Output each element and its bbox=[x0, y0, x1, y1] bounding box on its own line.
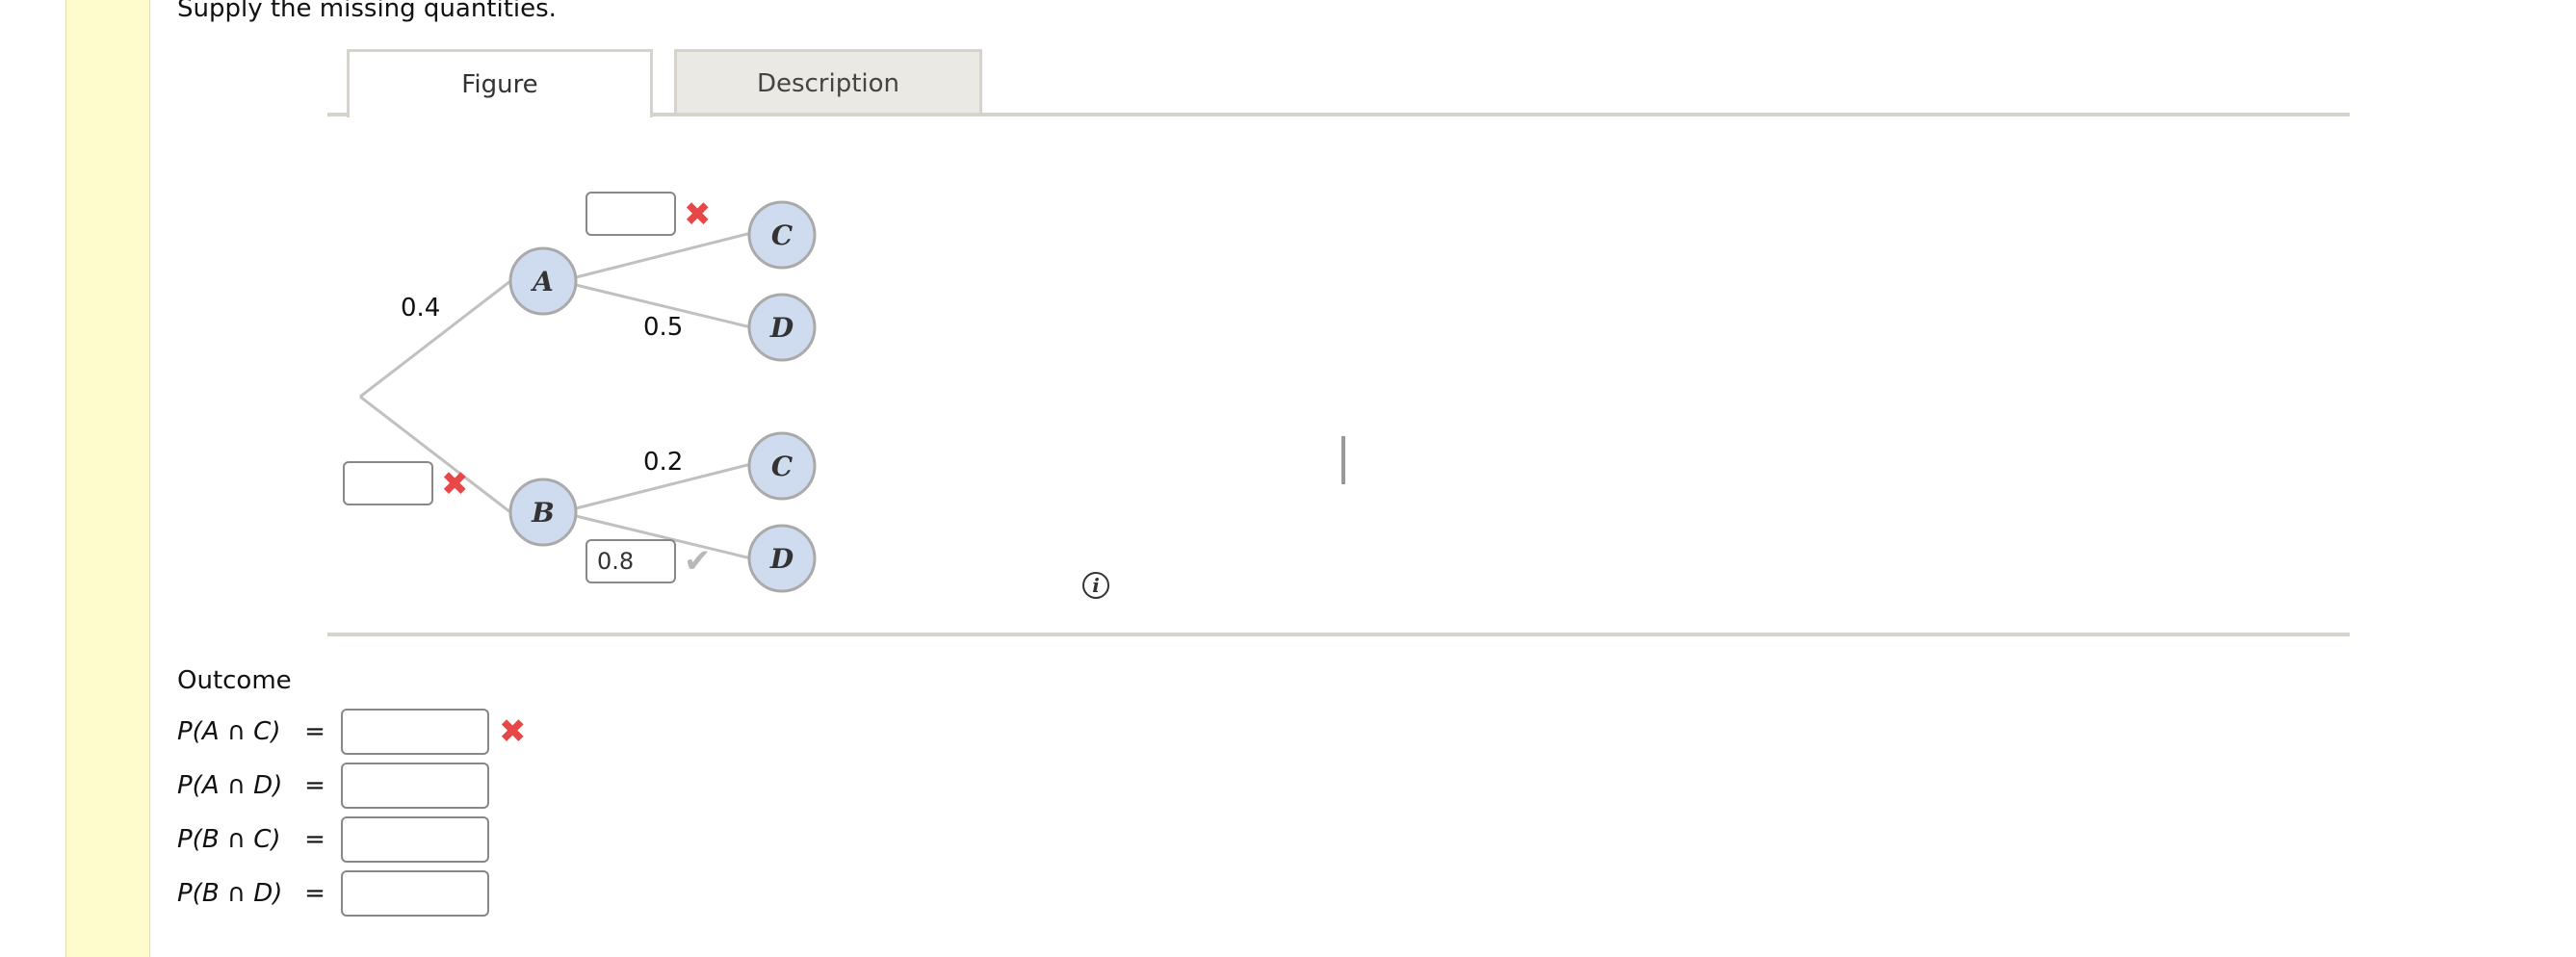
edge-label-b-c: 0.2 bbox=[643, 448, 683, 477]
info-icon[interactable]: i bbox=[1082, 572, 1109, 599]
input-root-b[interactable] bbox=[343, 461, 433, 505]
incorrect-icon: ✖ bbox=[499, 712, 527, 751]
outcome-label: P(A ∩ D) bbox=[177, 771, 283, 800]
tab-figure[interactable]: Figure bbox=[347, 49, 653, 117]
equals-sign: = bbox=[304, 879, 325, 908]
svg-text:D: D bbox=[769, 312, 794, 344]
input-a-c[interactable] bbox=[585, 192, 676, 236]
correct-check-icon: ✔ bbox=[684, 542, 712, 581]
equals-sign: = bbox=[304, 717, 325, 746]
svg-text:A: A bbox=[530, 266, 554, 297]
outcome-row-a-d: P(A ∩ D) = bbox=[177, 763, 489, 809]
outcome-row-b-d: P(B ∩ D) = bbox=[177, 870, 489, 917]
incorrect-icon: ✖ bbox=[441, 465, 469, 504]
outcome-input-b-d[interactable] bbox=[341, 870, 489, 917]
outcome-label: P(A ∩ C) bbox=[177, 717, 281, 746]
outcome-label: P(B ∩ C) bbox=[177, 825, 281, 854]
outcome-row-a-c: P(A ∩ C) = ✖ bbox=[177, 709, 527, 755]
equals-sign: = bbox=[304, 825, 325, 854]
outcome-input-b-c[interactable] bbox=[341, 816, 489, 863]
node-a: A bbox=[508, 246, 578, 316]
outcome-input-a-d[interactable] bbox=[341, 763, 489, 809]
outcome-label: P(B ∩ D) bbox=[177, 879, 283, 908]
outcome-input-a-c[interactable] bbox=[341, 709, 489, 755]
outcome-row-b-c: P(B ∩ C) = bbox=[177, 816, 489, 863]
node-a-d: D bbox=[747, 293, 817, 362]
svg-text:C: C bbox=[771, 451, 794, 482]
svg-text:B: B bbox=[531, 497, 555, 529]
edge-label-a-d: 0.5 bbox=[643, 313, 683, 342]
input-b-d[interactable]: 0.8 bbox=[585, 539, 676, 583]
node-b-d: D bbox=[747, 524, 817, 593]
equals-sign: = bbox=[304, 771, 325, 800]
edge-a-c bbox=[575, 231, 752, 279]
edge-label-root-a: 0.4 bbox=[401, 294, 440, 323]
node-b: B bbox=[508, 478, 578, 547]
outcome-heading: Outcome bbox=[177, 666, 292, 695]
node-b-c: C bbox=[747, 431, 817, 501]
incorrect-icon: ✖ bbox=[684, 195, 712, 234]
node-a-c: C bbox=[747, 200, 817, 270]
svg-text:D: D bbox=[769, 543, 794, 575]
text-cursor-icon bbox=[1341, 436, 1345, 484]
svg-text:C: C bbox=[771, 220, 794, 251]
